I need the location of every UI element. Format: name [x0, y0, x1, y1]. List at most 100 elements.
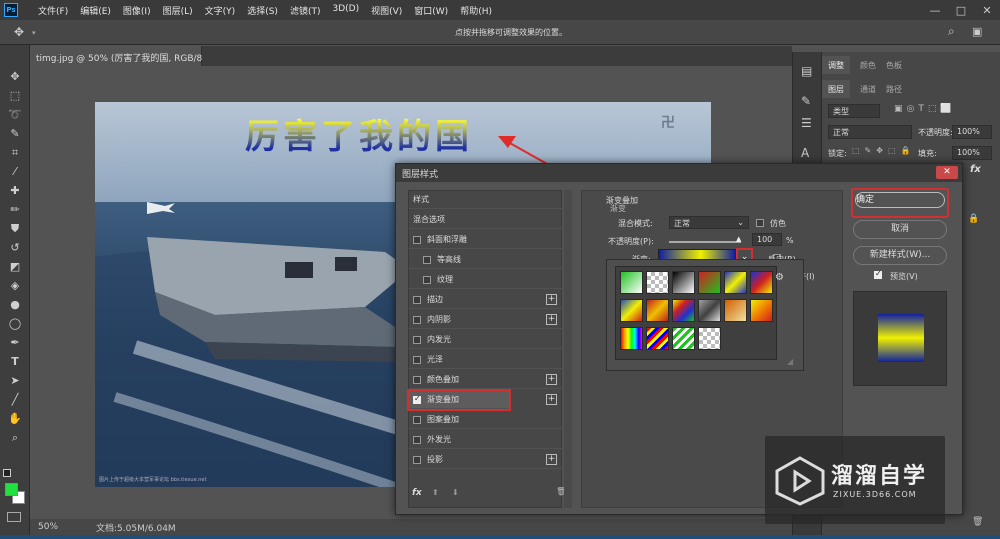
dodge-tool-icon[interactable]: ◯: [5, 316, 25, 332]
gradient-preset-swatch[interactable]: [698, 327, 721, 350]
gradient-preset-swatch[interactable]: [620, 299, 643, 322]
dither-checkbox[interactable]: [756, 219, 764, 227]
layer-fill[interactable]: 100%: [952, 146, 992, 160]
style-list-scrollbar[interactable]: [564, 190, 572, 508]
cancel-button[interactable]: 取消: [853, 220, 947, 239]
tab-adjustments[interactable]: 调整: [822, 56, 850, 74]
style-checkbox[interactable]: [413, 455, 421, 464]
resize-handle-icon[interactable]: ◢: [787, 357, 793, 366]
document-tab[interactable]: timg.jpg @ 50% (厉害了我的国, RGB/8) *: [30, 46, 213, 66]
tab-color[interactable]: 颜色: [854, 56, 882, 74]
style-checkbox[interactable]: [423, 255, 431, 264]
menu-item-0[interactable]: 文件(F): [32, 4, 74, 17]
quick-mask-icon[interactable]: [7, 512, 21, 522]
close-window-button[interactable]: ✕: [974, 4, 1000, 17]
brush-tool-icon[interactable]: ✏: [5, 202, 25, 218]
style-item-3[interactable]: 等高线: [409, 251, 563, 269]
line-tool-icon[interactable]: ╱: [5, 392, 25, 408]
menu-item-6[interactable]: 滤镜(T): [284, 4, 327, 17]
minimize-button[interactable]: —: [922, 4, 948, 17]
marquee-tool-icon[interactable]: ⬚: [5, 88, 25, 104]
gradient-preset-swatch[interactable]: [698, 299, 721, 322]
style-item-8[interactable]: 光泽: [409, 351, 563, 369]
eyedropper-tool-icon[interactable]: ⁄: [5, 164, 25, 180]
pen-tool-icon[interactable]: ✒: [5, 335, 25, 351]
menu-item-4[interactable]: 文字(Y): [199, 4, 242, 17]
foreground-color-swatch[interactable]: [5, 483, 18, 496]
delete-layer-icon[interactable]: 🗑: [972, 517, 983, 527]
zoom-level[interactable]: 50%: [38, 522, 58, 532]
menu-item-9[interactable]: 窗口(W): [408, 4, 454, 17]
menu-item-2[interactable]: 图像(I): [117, 4, 157, 17]
move-down-icon[interactable]: ⬇: [452, 488, 459, 497]
add-style-icon[interactable]: +: [546, 294, 557, 305]
gradient-preset-swatch[interactable]: [672, 327, 695, 350]
add-style-icon[interactable]: +: [546, 394, 557, 405]
gradient-preset-swatch[interactable]: [620, 327, 643, 350]
style-item-9[interactable]: 颜色叠加: [409, 371, 563, 389]
path-select-tool-icon[interactable]: ➤: [5, 373, 25, 389]
style-item-10[interactable]: 渐变叠加: [407, 389, 511, 411]
style-checkbox[interactable]: [413, 295, 421, 304]
gradient-preset-swatch[interactable]: [646, 327, 669, 350]
opacity-slider-thumb[interactable]: ▲: [736, 235, 741, 243]
gradient-preset-swatch[interactable]: [672, 299, 695, 322]
gradient-preset-swatch[interactable]: [724, 299, 747, 322]
style-checkbox[interactable]: [413, 375, 421, 384]
opacity-slider[interactable]: [669, 241, 741, 243]
style-item-1[interactable]: 混合选项: [409, 211, 563, 229]
default-colors-icon[interactable]: [3, 469, 11, 477]
character-panel-icon[interactable]: A: [801, 146, 809, 160]
move-up-icon[interactable]: ⬆: [432, 488, 439, 497]
style-item-4[interactable]: 纹理: [409, 271, 563, 289]
gradient-preset-swatch[interactable]: [750, 299, 773, 322]
maximize-button[interactable]: □: [948, 4, 974, 17]
style-item-13[interactable]: 投影: [409, 451, 563, 469]
quick-select-tool-icon[interactable]: ✎: [5, 126, 25, 142]
style-checkbox[interactable]: [423, 275, 431, 284]
tab-paths[interactable]: 路径: [880, 80, 908, 98]
paint-bucket-tool-icon[interactable]: ◈: [5, 278, 25, 294]
gradient-preset-swatch[interactable]: [724, 271, 747, 294]
type-tool-icon[interactable]: T: [5, 354, 25, 370]
tab-channels[interactable]: 通道: [854, 80, 882, 98]
style-checkbox[interactable]: [413, 355, 421, 364]
opacity-input[interactable]: 100: [752, 233, 782, 246]
dialog-title-bar[interactable]: 图层样式 ✕: [396, 164, 962, 182]
history-panel-icon[interactable]: ▤: [801, 64, 812, 78]
gradient-preset-swatch[interactable]: [646, 271, 669, 294]
style-item-2[interactable]: 斜面和浮雕: [409, 231, 563, 249]
add-style-icon[interactable]: +: [546, 314, 557, 325]
tab-layers[interactable]: 图层: [822, 80, 850, 98]
filter-icons[interactable]: ▣◎T⬚⬜: [894, 104, 956, 114]
gradient-preset-swatch[interactable]: [698, 271, 721, 294]
gear-icon[interactable]: ⚙: [775, 272, 784, 283]
blend-mode-select[interactable]: 正常 ⌄: [669, 216, 749, 229]
layer-opacity[interactable]: 100%: [952, 125, 992, 139]
history-brush-tool-icon[interactable]: ↺: [5, 240, 25, 256]
clone-stamp-tool-icon[interactable]: ⛊: [5, 221, 25, 237]
layer-blend-mode[interactable]: 正常: [828, 125, 912, 139]
lock-icons[interactable]: ⬚✎✥⬚🔒: [852, 146, 915, 155]
dialog-close-button[interactable]: ✕: [936, 166, 958, 179]
add-style-fx-icon[interactable]: fx: [412, 488, 422, 498]
style-item-5[interactable]: 描边: [409, 291, 563, 309]
style-checkbox[interactable]: [413, 235, 421, 244]
search-icon[interactable]: ⌕: [948, 24, 955, 39]
crop-tool-icon[interactable]: ⌗: [5, 145, 25, 161]
style-checkbox[interactable]: [413, 335, 421, 344]
blur-tool-icon[interactable]: ●: [5, 297, 25, 313]
style-item-6[interactable]: 内阴影: [409, 311, 563, 329]
menu-item-5[interactable]: 选择(S): [241, 4, 284, 17]
style-checkbox[interactable]: [413, 315, 421, 324]
style-checkbox[interactable]: [413, 415, 421, 424]
hand-tool-icon[interactable]: ✋: [5, 411, 25, 427]
style-item-11[interactable]: 图案叠加: [409, 411, 563, 429]
layer-fx-icon[interactable]: fx: [970, 164, 981, 175]
layer-kind-filter[interactable]: 类型: [828, 104, 880, 118]
ok-button[interactable]: 确定: [851, 188, 949, 218]
brush-panel-icon[interactable]: ✎: [801, 94, 811, 108]
gradient-preset-swatch[interactable]: [646, 299, 669, 322]
lasso-tool-icon[interactable]: ➰: [5, 107, 25, 123]
style-checkbox[interactable]: [413, 435, 421, 444]
